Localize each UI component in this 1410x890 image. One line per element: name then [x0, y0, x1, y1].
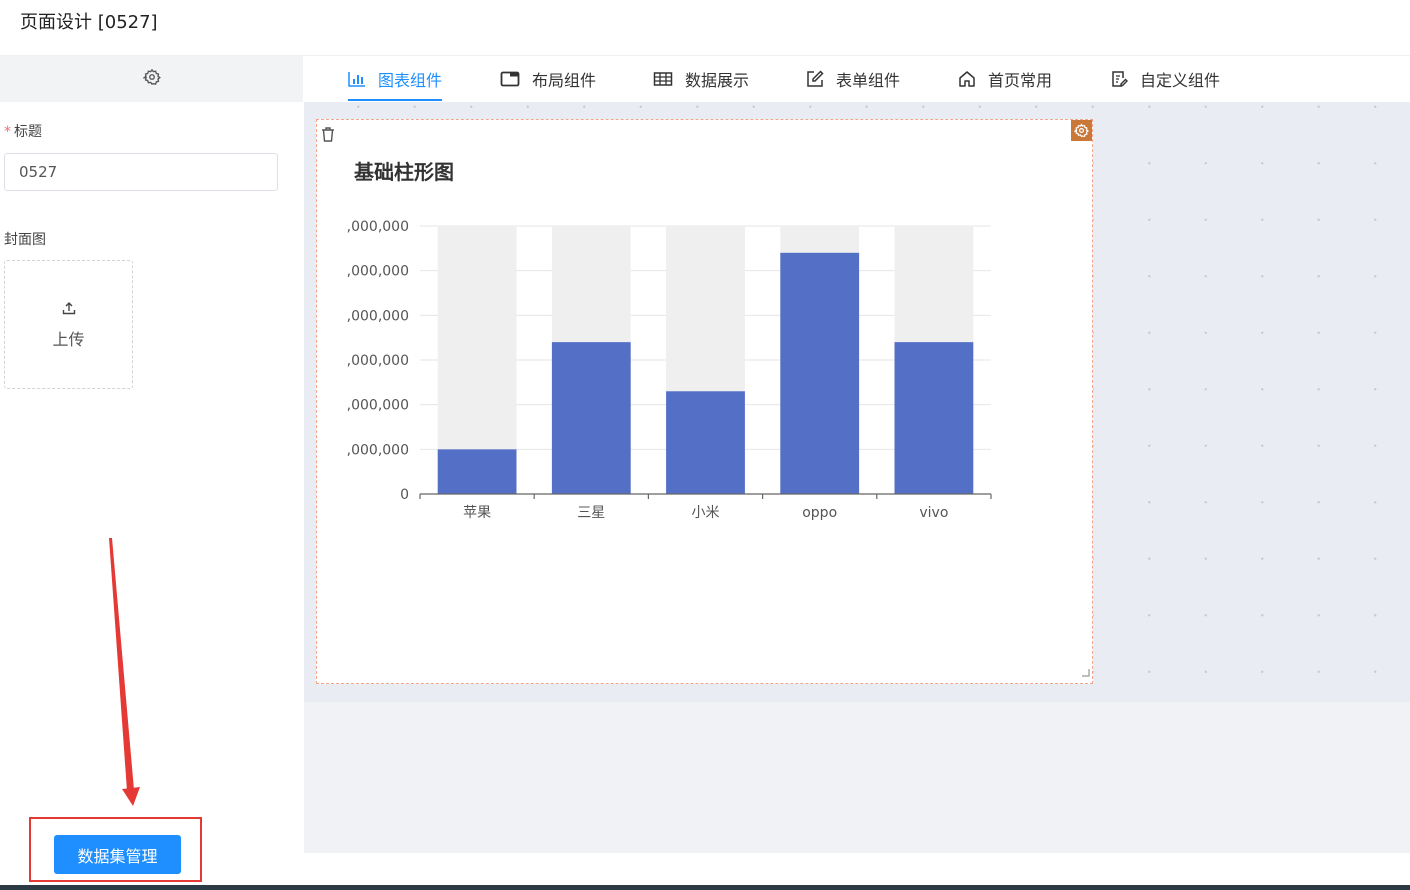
required-mark: *	[4, 124, 11, 140]
x-tick-label: vivo	[919, 505, 948, 521]
component-tabs: 图表组件 布局组件 数据展示 表单组件 首页常用 自定义组件	[304, 56, 1410, 102]
y-tick-label: ,000,000	[347, 442, 409, 458]
x-tick-label: 小米	[692, 505, 720, 521]
dataset-management-button[interactable]: 数据集管理	[54, 835, 181, 874]
bar-chart: 0 ,000,000 ,000,000 ,000,000 ,000,000 ,000,00…	[317, 211, 992, 521]
properties-panel-header	[0, 56, 303, 102]
x-tick-label: 苹果	[463, 505, 491, 521]
title-input[interactable]	[4, 153, 278, 191]
chart-widget[interactable]: 基础柱形图 0,000,000,000,000,000,000,000,000,…	[316, 119, 1093, 684]
tab-label: 布局组件	[532, 71, 597, 90]
gear-icon[interactable]	[141, 68, 161, 90]
cover-field-label: 封面图	[4, 232, 46, 248]
x-tick-label: oppo	[802, 505, 837, 521]
bar	[780, 252, 860, 494]
y-tick-label: 0	[400, 487, 409, 503]
y-tick-label: ,000,000	[347, 219, 409, 235]
bar	[666, 391, 745, 494]
bar	[437, 449, 517, 494]
edit-icon	[807, 70, 824, 87]
table-grid-icon	[653, 72, 673, 86]
annotation-arrow	[109, 538, 140, 806]
page-title: 页面设计 [0527]	[20, 12, 158, 33]
title-field-label: * 标题	[4, 121, 42, 141]
tab-label: 图表组件	[378, 71, 443, 90]
tab-label: 自定义组件	[1140, 71, 1221, 90]
tab-home-common[interactable]: 首页常用	[958, 56, 1052, 102]
tab-data-display[interactable]: 数据展示	[653, 56, 749, 102]
tab-label: 表单组件	[836, 71, 901, 90]
upload-icon	[61, 300, 77, 320]
bar	[551, 342, 631, 494]
bar	[894, 342, 974, 494]
y-tick-label: ,000,000	[347, 264, 409, 280]
cover-upload[interactable]: 上传	[4, 260, 133, 389]
bottom-scrollbar	[0, 885, 1410, 890]
title-label-text: 标题	[14, 124, 42, 140]
bar-chart-icon	[348, 72, 365, 87]
custom-file-icon	[1112, 71, 1128, 87]
tab-custom-components[interactable]: 自定义组件	[1110, 56, 1220, 102]
y-label-clip	[317, 211, 347, 509]
upload-label: 上传	[52, 329, 85, 349]
window-icon	[500, 71, 520, 87]
tab-label: 首页常用	[988, 71, 1053, 90]
tab-label: 数据展示	[685, 71, 750, 90]
y-tick-label: ,000,000	[347, 353, 409, 369]
y-tick-label: ,000,000	[347, 398, 409, 414]
tab-form-components[interactable]: 表单组件	[806, 56, 900, 102]
x-tick-label: 三星	[577, 505, 605, 521]
tab-layout-components[interactable]: 布局组件	[500, 56, 596, 102]
y-tick-label: ,000,000	[347, 308, 409, 324]
home-icon	[959, 71, 975, 87]
tab-chart-components[interactable]: 图表组件	[348, 56, 443, 102]
